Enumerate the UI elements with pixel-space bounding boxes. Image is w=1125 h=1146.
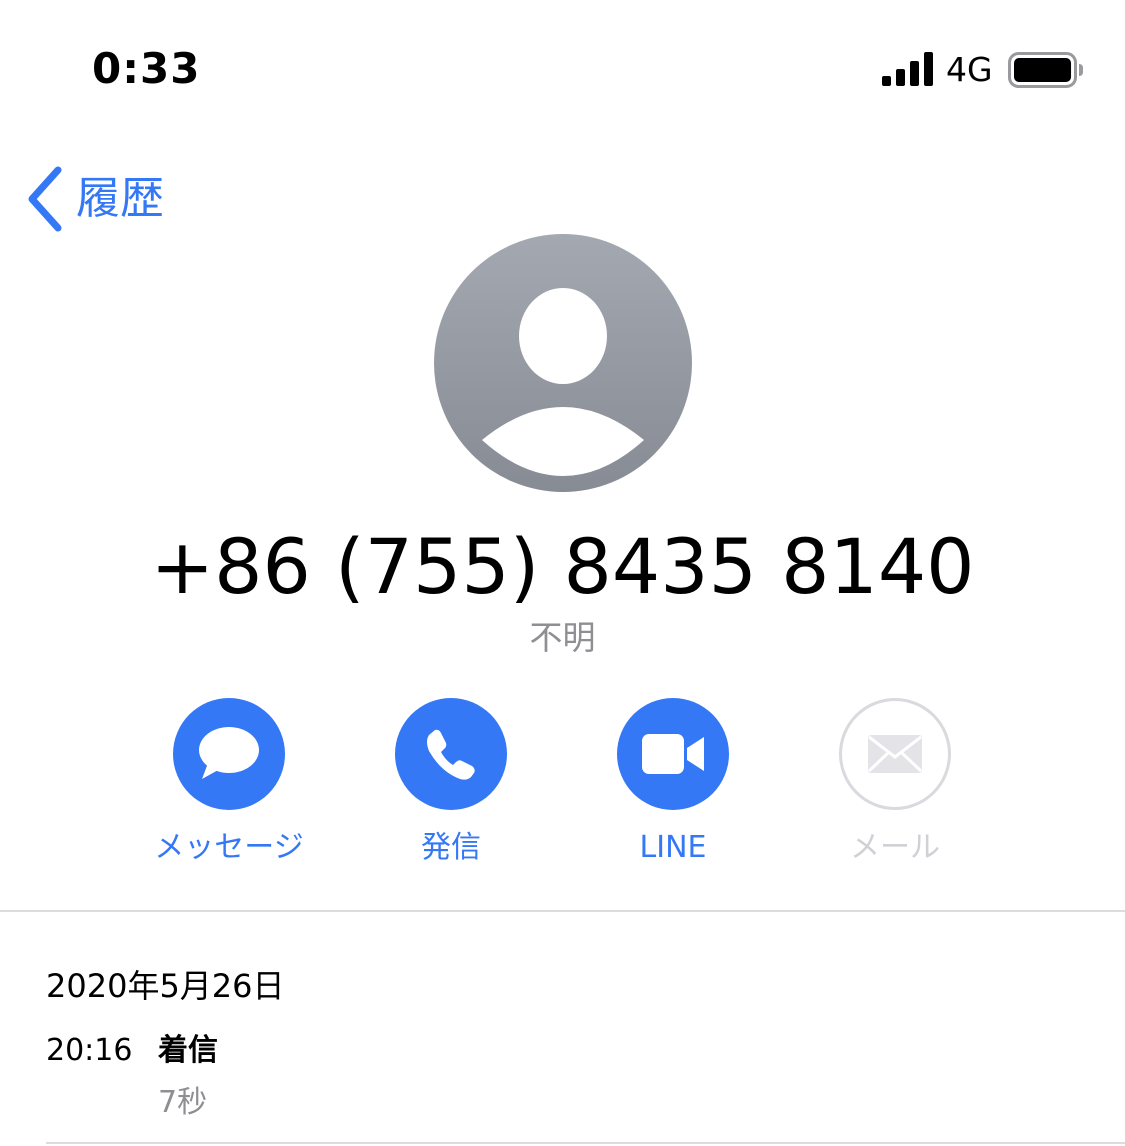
back-label: 履歴 (76, 173, 164, 224)
action-buttons: メッセージ 発信 LINE メール (0, 698, 1125, 878)
person-silhouette-icon (434, 234, 692, 492)
status-bar: 0:33 4G (0, 0, 1125, 130)
call-log-type: 着信 (158, 1033, 218, 1068)
mail-button-label: メール (850, 830, 940, 865)
section-divider (0, 910, 1125, 912)
cellular-signal-icon (882, 52, 933, 86)
message-button-label: メッセージ (154, 830, 304, 865)
line-video-button[interactable]: LINE (573, 698, 773, 878)
call-button-circle (395, 698, 507, 810)
video-camera-icon (642, 734, 704, 774)
call-log-date: 2020年5月26日 (46, 967, 285, 1005)
message-button-circle (173, 698, 285, 810)
battery-icon (1008, 52, 1083, 88)
envelope-icon (867, 735, 923, 773)
chevron-left-icon (28, 166, 62, 232)
call-button[interactable]: 発信 (351, 698, 551, 878)
call-log-time: 20:16 (46, 1033, 133, 1068)
message-bubble-icon (199, 727, 259, 779)
status-time: 0:33 (92, 44, 201, 93)
mail-button-circle (839, 698, 951, 810)
message-button[interactable]: メッセージ (129, 698, 329, 878)
row-divider (46, 1142, 1125, 1144)
phone-icon (427, 729, 475, 780)
location-label: 不明 (529, 618, 596, 657)
call-button-label: 発信 (421, 830, 481, 865)
network-type: 4G (946, 50, 993, 89)
mail-button[interactable]: メール (795, 698, 995, 878)
line-video-button-label: LINE (639, 830, 707, 865)
call-log-duration: 7秒 (158, 1085, 208, 1120)
back-button[interactable]: 履歴 (24, 166, 164, 232)
phone-number: +86 (755) 8435 8140 (150, 522, 975, 611)
line-video-button-circle (617, 698, 729, 810)
